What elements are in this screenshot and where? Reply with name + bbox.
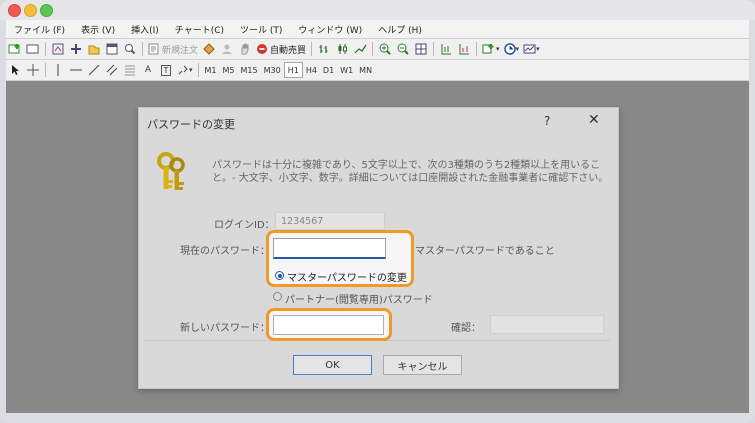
- maximize-window-button[interactable]: [40, 4, 53, 17]
- menu-window[interactable]: ウィンドウ (W): [290, 23, 370, 36]
- close-window-button[interactable]: [8, 4, 21, 17]
- current-password-label: 現在のパスワード：: [180, 246, 270, 257]
- app-window: ファイル (F) 表示 (V) 挿入(I) チャート(C) ツール (T) ウィ…: [0, 0, 755, 423]
- toolbar-separator: [45, 63, 46, 77]
- highlight-current-password: マスターパスワードの変更: [266, 230, 414, 287]
- radio-partner-button[interactable]: [273, 292, 282, 301]
- close-icon[interactable]: ✕: [588, 112, 600, 128]
- current-password-input[interactable]: [273, 238, 386, 259]
- confirm-password-label: 確認：: [451, 323, 481, 334]
- timeframe-m1[interactable]: M1: [202, 63, 220, 77]
- trend-line-icon[interactable]: [87, 62, 101, 78]
- zoom-out-icon[interactable]: [396, 41, 410, 57]
- vertical-line-icon[interactable]: [51, 62, 65, 78]
- menu-view[interactable]: 表示 (V): [73, 23, 123, 36]
- crosshair-icon[interactable]: [26, 62, 40, 78]
- cursor-icon[interactable]: [8, 62, 22, 78]
- new-order-button[interactable]: 新規注文: [148, 41, 198, 57]
- help-button[interactable]: ?: [544, 114, 550, 128]
- hand-icon[interactable]: [238, 41, 252, 57]
- periods-icon[interactable]: ▾: [503, 41, 520, 57]
- dialog-title: パスワードの変更: [147, 118, 235, 131]
- fibonacci-icon[interactable]: [123, 62, 137, 78]
- toolbar-separator: [311, 42, 313, 56]
- new-order-label: 新規注文: [162, 45, 199, 56]
- toolbar-separator: [142, 42, 143, 56]
- timeframe-m5[interactable]: M5: [220, 63, 238, 77]
- new-password-label: 新しいパスワード：: [180, 323, 270, 334]
- radio-partner-label: パートナー(閲覧専用)パスワード: [285, 295, 433, 306]
- master-password-note: マスターパスワードであること: [415, 246, 555, 257]
- timeframe-w1[interactable]: W1: [337, 63, 356, 77]
- cancel-button[interactable]: キャンセル: [383, 355, 462, 375]
- chart-shift-icon[interactable]: [457, 41, 471, 57]
- horizontal-line-icon[interactable]: [69, 62, 83, 78]
- login-id-label: ログインID：: [214, 220, 275, 231]
- chevron-down-icon: ▾: [536, 45, 540, 53]
- zoom-in-icon[interactable]: [378, 41, 392, 57]
- toolbar-separator: [197, 63, 199, 77]
- profiles-icon[interactable]: [26, 41, 40, 57]
- terminal-icon[interactable]: [105, 41, 119, 57]
- timeframe-h1[interactable]: H1: [283, 62, 303, 78]
- tester-icon[interactable]: [123, 41, 137, 57]
- text-tool-icon[interactable]: A: [141, 62, 155, 78]
- toolbar-separator: [372, 42, 374, 56]
- chevron-down-icon: ▾: [496, 45, 500, 53]
- menu-help[interactable]: ヘルプ (H): [370, 23, 430, 36]
- timeframe-m15[interactable]: M15: [238, 63, 261, 77]
- tile-windows-icon[interactable]: [414, 41, 428, 57]
- new-chart-icon[interactable]: [8, 41, 22, 57]
- text-label-icon[interactable]: T: [159, 62, 173, 78]
- auto-trade-button[interactable]: 自動売買: [256, 41, 306, 57]
- drawing-toolbar: A T ▾ M1 M5 M15 M30 H1 H4 D1 W1 MN: [6, 60, 749, 81]
- toolbar-separator: [433, 42, 435, 56]
- templates-icon[interactable]: ▾: [523, 41, 540, 57]
- standard-toolbar: 新規注文 自動売買 ▾ ▾ ▾: [6, 39, 749, 60]
- diamond-icon[interactable]: [202, 41, 216, 57]
- bar-chart-icon[interactable]: [317, 41, 331, 57]
- radio-partner-option[interactable]: パートナー(閲覧専用)パスワード: [273, 291, 433, 306]
- candlestick-icon[interactable]: [335, 41, 349, 57]
- line-chart-icon[interactable]: [353, 41, 367, 57]
- keys-icon: [157, 152, 185, 190]
- highlight-new-password: [266, 308, 392, 341]
- menu-bar: ファイル (F) 表示 (V) 挿入(I) チャート(C) ツール (T) ウィ…: [6, 20, 749, 39]
- timeframe-d1[interactable]: D1: [320, 63, 337, 77]
- chevron-down-icon: ▾: [189, 66, 193, 74]
- radio-master-button[interactable]: [275, 271, 284, 280]
- menu-insert[interactable]: 挿入(I): [123, 23, 167, 36]
- indicators-icon[interactable]: ▾: [482, 41, 500, 57]
- menu-file[interactable]: ファイル (F): [6, 23, 73, 36]
- toolbar-separator: [45, 42, 46, 56]
- users-icon[interactable]: [220, 41, 234, 57]
- window-titlebar: [0, 0, 755, 20]
- channel-icon[interactable]: [105, 62, 119, 78]
- autoscroll-icon[interactable]: [439, 41, 453, 57]
- ok-button[interactable]: OK: [293, 355, 372, 375]
- navigator-icon[interactable]: [87, 41, 101, 57]
- menu-chart[interactable]: チャート(C): [167, 23, 232, 36]
- timeframe-h4[interactable]: H4: [303, 63, 320, 77]
- data-window-icon[interactable]: [69, 41, 83, 57]
- confirm-password-input[interactable]: [490, 315, 604, 334]
- toolbar-separator: [476, 42, 478, 56]
- market-watch-icon[interactable]: [51, 41, 65, 57]
- password-requirements-text: パスワードは十分に複雑であり、5文字以上で、次の3種類のうち2種類以上を用いるこ…: [212, 160, 609, 184]
- arrows-icon[interactable]: ▾: [177, 62, 193, 78]
- auto-trade-label: 自動売買: [270, 45, 307, 56]
- timeframe-m30[interactable]: M30: [261, 63, 284, 77]
- timeframe-mn[interactable]: MN: [356, 63, 375, 77]
- chevron-down-icon: ▾: [515, 45, 520, 53]
- menu-tools[interactable]: ツール (T): [232, 23, 290, 36]
- text-label-glyph: T: [160, 64, 172, 76]
- radio-master-label[interactable]: マスターパスワードの変更: [287, 269, 407, 284]
- new-password-input[interactable]: [273, 315, 384, 335]
- minimize-window-button[interactable]: [24, 4, 37, 17]
- login-id-value: 1234567: [281, 216, 324, 227]
